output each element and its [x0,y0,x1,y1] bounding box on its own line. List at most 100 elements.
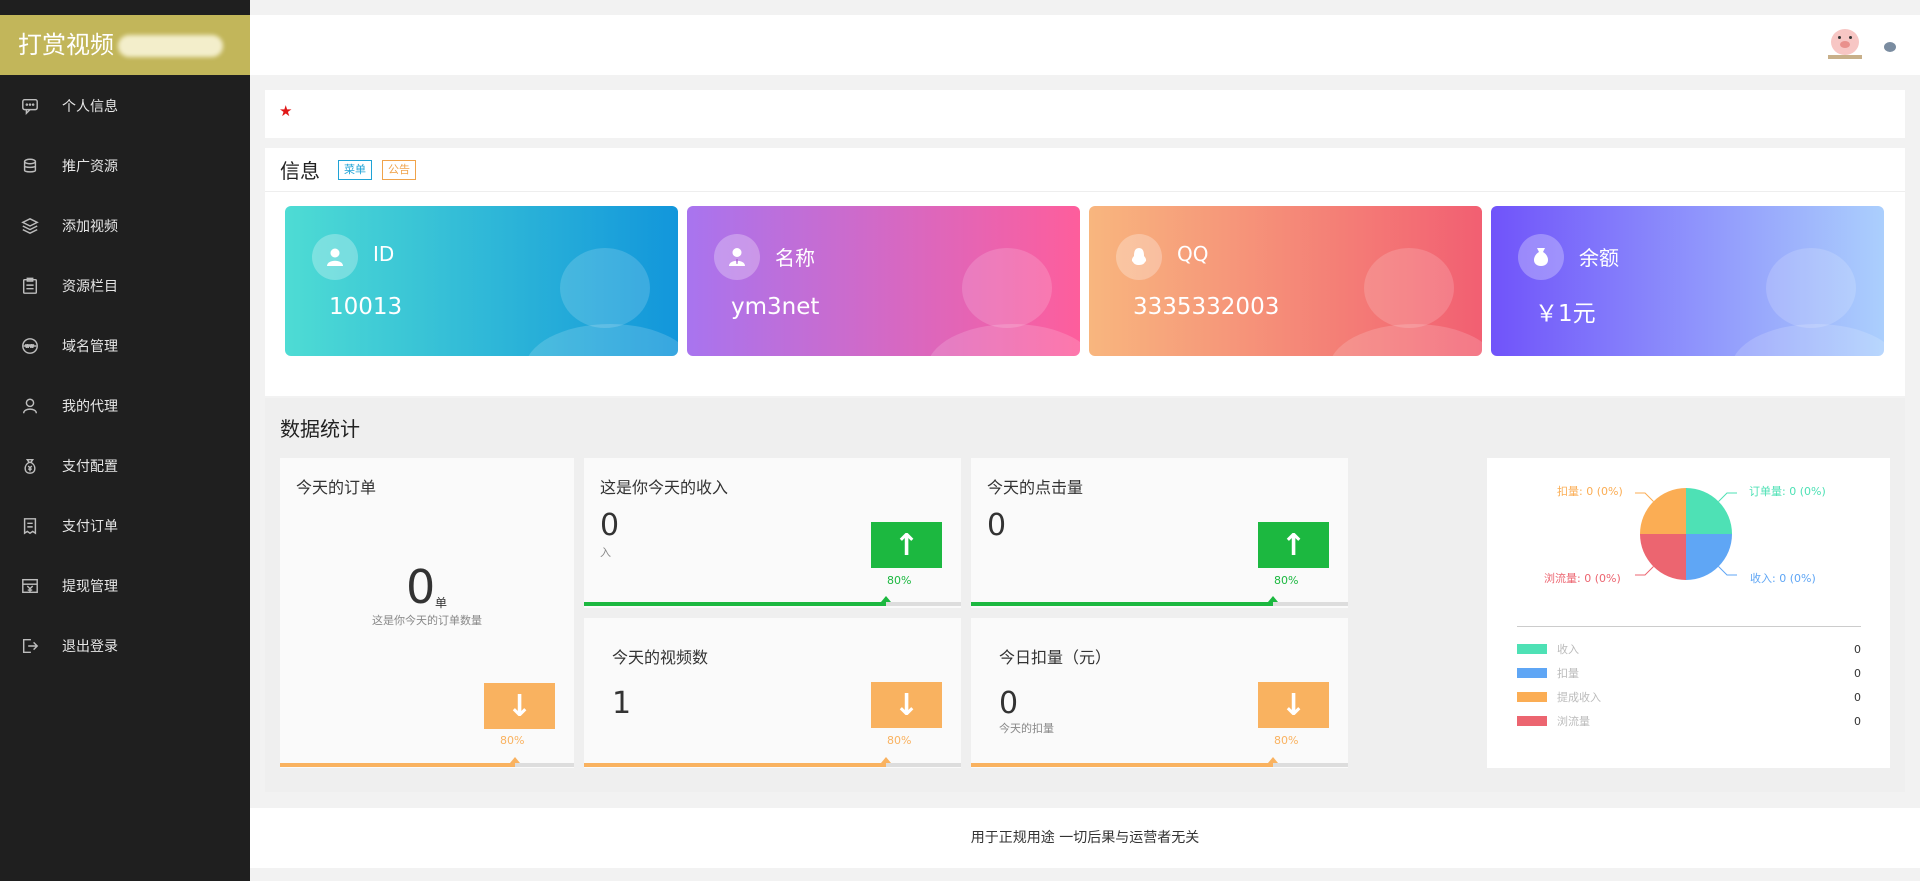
sidebar-item-label: 支付订单 [62,519,118,535]
pie-chart-panel: 订单量: 0 (0%) 收入: 0 (0%) 浏流量: 0 (0%) 扣量: 0… [1487,458,1890,768]
legend-swatch [1517,644,1547,654]
top-bar [250,15,1920,75]
receipt-icon [20,516,40,536]
income-progress [584,596,961,606]
up-arrow-button[interactable]: ↑ [871,522,942,568]
card-value: ym3net [731,294,820,320]
videos-pct: 80% [887,734,912,747]
clicks-value: 0 [987,508,1007,543]
sidebar-item-agents[interactable]: 我的代理 [0,376,250,436]
info-panel-header: 信息 菜单 公告 [265,148,1905,192]
brand-logo[interactable]: 打赏视频 [0,15,250,75]
legend-item: 提成收入 0 [1517,685,1861,709]
sidebar-item-payment-config[interactable]: 支付配置 [0,436,250,496]
layers-icon [20,216,40,236]
sidebar-item-promotion[interactable]: 推广资源 [0,136,250,196]
menu-tag[interactable]: 菜单 [338,159,372,180]
card-value: ￥1元 [1535,301,1596,327]
sidebar-item-resource-columns[interactable]: 资源栏目 [0,256,250,316]
stats-title: 数据统计 [280,417,360,441]
logout-icon [20,636,40,656]
legend-value: 0 [1854,714,1861,728]
legend-swatch [1517,716,1547,726]
card-value: 10013 [329,294,403,320]
notice-bar: ★ [265,90,1905,138]
card-label: QQ [1177,242,1209,266]
card-label: 余额 [1579,246,1619,270]
info-title: 信息 [280,159,320,183]
pie-label-traffic: 浏流量: 0 (0%) [1544,572,1621,585]
legend-swatch [1517,692,1547,702]
videos-value: 1 [612,686,632,721]
deduct-pct: 80% [1274,734,1299,747]
deduct-value: 0 [999,686,1019,721]
card-label: ID [373,242,395,266]
sidebar-item-domains[interactable]: 域名管理 [0,316,250,376]
notice-tag[interactable]: 公告 [382,159,416,180]
info-panel: 信息 菜单 公告 ID 10013 名称 ym3net QQ 333533200… [265,148,1905,396]
orders-title: 今天的订单 [296,478,377,497]
chat-icon [20,96,40,116]
legend-name: 扣量 [1557,667,1579,680]
footer-text: 用于正规用途 一切后果与运营者无关 [970,830,1200,846]
legend-swatch [1517,668,1547,678]
sidebar-item-logout[interactable]: 退出登录 [0,616,250,676]
sidebar-item-label: 个人信息 [62,99,118,115]
sidebar-item-label: 提现管理 [62,579,118,595]
sidebar-item-payment-orders[interactable]: 支付订单 [0,496,250,556]
legend-name: 收入 [1557,643,1579,656]
user-menu-dropdown[interactable] [1884,42,1896,52]
pie-label-orders: 订单量: 0 (0%) [1749,485,1826,498]
legend-name: 浏流量 [1557,715,1590,728]
sidebar-item-label: 退出登录 [62,639,118,655]
pie-legend: 收入 0 扣量 0 提成收入 0 浏流量 0 [1517,626,1861,733]
withdraw-icon [20,576,40,596]
videos-progress [584,757,961,767]
legend-value: 0 [1854,642,1861,656]
qq-card: QQ 3335332003 [1089,206,1482,356]
pie-chart [1634,488,1738,580]
videos-box: 今天的视频数 1 ↓ 80% [584,618,961,768]
down-arrow-button[interactable]: ↓ [871,682,942,728]
sidebar-item-withdrawals[interactable]: 提现管理 [0,556,250,616]
sidebar-item-label: 添加视频 [62,219,118,235]
clicks-pct: 80% [1274,574,1299,587]
clicks-title: 今天的点击量 [987,478,1084,497]
stack-icon [20,156,40,176]
pie-leader-line [1718,566,1738,576]
user-icon [20,396,40,416]
deduct-box: 今日扣量（元） 0 今天的扣量 ↓ 80% [971,618,1348,768]
id-card: ID 10013 [285,206,678,356]
income-pct: 80% [887,574,912,587]
footer: 用于正规用途 一切后果与运营者无关 [250,808,1920,868]
clipboard-icon [20,276,40,296]
avatar[interactable] [1828,27,1862,63]
money-bag-icon [20,456,40,476]
sidebar-item-add-video[interactable]: 添加视频 [0,196,250,256]
redacted-brand-suffix [118,35,223,57]
pie-leader-line [1634,492,1654,502]
www-icon [20,336,40,356]
sidebar-item-label: 资源栏目 [62,279,118,295]
orders-pct: 80% [500,734,525,747]
user-tie-icon [714,234,760,280]
card-label: 名称 [775,246,815,270]
videos-title: 今天的视频数 [612,648,709,667]
orders-value: 0 [406,560,436,614]
income-title: 这是你今天的收入 [600,478,729,497]
orders-unit: 单 [435,596,448,610]
deduct-sub: 今天的扣量 [999,722,1054,735]
brand-title: 打赏视频 [18,31,114,59]
sidebar: 打赏视频 个人信息 推广资源 添加视频 资源栏目 域名管理 我的代理 支付配置 … [0,0,250,881]
legend-value: 0 [1854,666,1861,680]
income-box: 这是你今天的收入 0 入 ↑ 80% [584,458,961,608]
user-icon [312,234,358,280]
orders-sub: 这是你今天的订单数量 [372,614,482,627]
sidebar-item-profile[interactable]: 个人信息 [0,76,250,136]
down-arrow-button[interactable]: ↓ [484,683,555,729]
down-arrow-button[interactable]: ↓ [1258,682,1329,728]
up-arrow-button[interactable]: ↑ [1258,522,1329,568]
legend-item: 收入 0 [1517,637,1861,661]
sidebar-item-label: 我的代理 [62,399,118,415]
income-sub: 入 [600,546,611,559]
